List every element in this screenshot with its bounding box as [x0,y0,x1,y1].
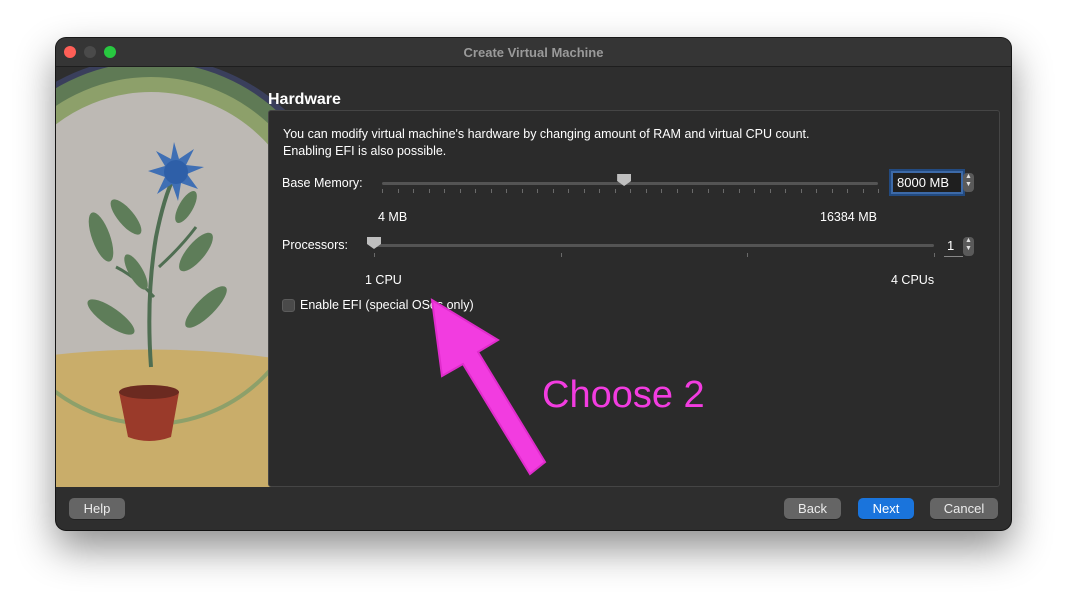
section-title: Hardware [268,91,341,108]
slider-tick [934,253,935,257]
base-memory-track[interactable] [382,182,878,185]
base-memory-input[interactable]: 8000 MB [891,171,963,194]
slider-tick [847,189,848,193]
memory-max-label: 16384 MB [820,210,877,224]
slider-tick [630,189,631,193]
slider-tick [475,189,476,193]
slider-tick [692,189,693,193]
slider-tick [413,189,414,193]
slider-tick [754,189,755,193]
slider-tick [397,189,399,193]
slider-tick [747,253,749,257]
help-button[interactable]: Help [69,498,125,519]
spin-down-icon[interactable]: ▼ [965,181,972,188]
slider-tick [785,189,786,193]
slider-tick [560,253,562,257]
processors-track[interactable] [374,244,934,247]
slider-tick [537,189,538,193]
back-button[interactable]: Back [784,498,841,519]
description-line-1: You can modify virtual machine's hardwar… [283,127,810,141]
slider-tick [661,189,662,193]
annotation-text: Choose 2 [542,374,705,416]
efi-label: Enable EFI (special OSes only) [300,298,474,312]
processors-stepper[interactable]: ▲ ▼ [963,237,974,256]
slider-tick [769,189,771,193]
slider-tick [568,189,569,193]
slider-tick [800,189,802,193]
slider-tick [862,189,864,193]
spin-up-icon[interactable]: ▲ [965,237,972,244]
slider-tick [723,189,724,193]
spin-up-icon[interactable]: ▲ [965,173,972,180]
create-vm-window: Create Virtual Machine Hardware You can … [56,38,1011,530]
memory-min-label: 4 MB [378,210,408,224]
slider-tick [428,189,430,193]
efi-checkbox[interactable] [282,299,295,312]
processors-label: Processors: [282,238,348,252]
slider-tick [676,189,678,193]
description-line-2: Enabling EFI is also possible. [283,144,447,158]
next-button[interactable]: Next [858,498,914,519]
slider-tick [444,189,445,193]
slider-tick [382,189,383,193]
slider-tick [831,189,833,193]
slider-tick [583,189,585,193]
slider-tick [459,189,461,193]
slider-tick [738,189,740,193]
slider-tick [614,189,616,193]
cancel-button[interactable]: Cancel [930,498,998,519]
slider-tick [707,189,709,193]
slider-tick [816,189,817,193]
processors-input[interactable]: 1 [944,237,963,257]
spin-down-icon[interactable]: ▼ [965,245,972,252]
window-title: Create Virtual Machine [463,45,604,60]
base-memory-label: Base Memory: [282,176,363,190]
slider-tick [552,189,554,193]
cpu-max-label: 4 CPUs [891,273,935,287]
slider-tick [599,189,600,193]
slider-tick [490,189,492,193]
base-memory-stepper[interactable]: ▲ ▼ [963,173,974,192]
title-bar: Create Virtual Machine [56,38,1011,67]
slider-tick [506,189,507,193]
description: You can modify virtual machine's hardwar… [283,126,810,160]
slider-tick [374,253,375,257]
slider-tick [878,189,879,193]
cpu-min-label: 1 CPU [365,273,402,287]
slider-tick [645,189,647,193]
slider-tick [521,189,523,193]
